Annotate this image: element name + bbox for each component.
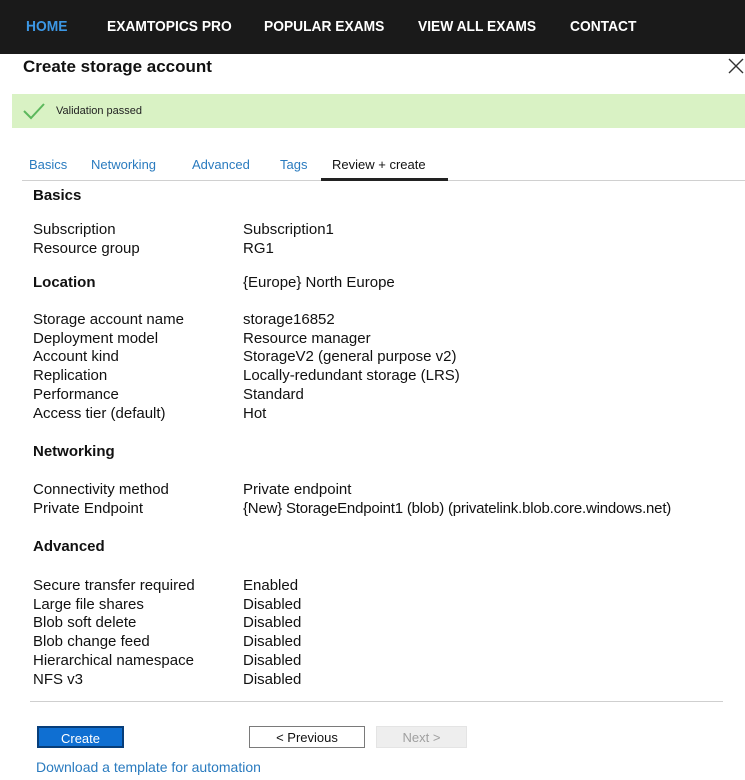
value-blob-soft-delete: Disabled	[243, 614, 302, 631]
top-nav-bar: HOME EXAMTOPICS PRO POPULAR EXAMS VIEW A…	[0, 0, 745, 54]
footer-divider	[30, 701, 723, 702]
section-heading-basics: Basics	[33, 187, 82, 204]
label-resource-group: Resource group	[33, 240, 140, 257]
value-storage-account-name: storage16852	[243, 311, 335, 328]
nav-popular-exams[interactable]: POPULAR EXAMS	[264, 0, 384, 54]
tab-strip: Basics Networking Advanced Tags Review +…	[0, 152, 745, 181]
label-blob-change-feed: Blob change feed	[33, 633, 150, 650]
tab-review-create[interactable]: Review + create	[332, 157, 426, 172]
create-button[interactable]: Create	[37, 726, 124, 748]
nav-view-all-exams[interactable]: VIEW ALL EXAMS	[418, 0, 536, 54]
value-resource-group: RG1	[243, 240, 274, 257]
section-heading-advanced: Advanced	[33, 538, 105, 555]
value-blob-change-feed: Disabled	[243, 633, 302, 650]
previous-button[interactable]: < Previous	[249, 726, 365, 748]
value-deployment-model: Resource manager	[243, 330, 371, 347]
value-nfs-v3: Disabled	[243, 671, 302, 688]
section-heading-networking: Networking	[33, 443, 115, 460]
validation-banner: Validation passed	[12, 94, 745, 128]
value-subscription: Subscription1	[243, 221, 334, 238]
label-connectivity-method: Connectivity method	[33, 481, 169, 498]
value-connectivity-method: Private endpoint	[243, 481, 352, 498]
label-hierarchical-namespace: Hierarchical namespace	[33, 652, 194, 669]
label-deployment-model: Deployment model	[33, 330, 159, 347]
tab-networking[interactable]: Networking	[91, 157, 156, 172]
value-secure-transfer: Enabled	[243, 577, 299, 594]
nav-contact[interactable]: CONTACT	[570, 0, 636, 54]
check-icon	[23, 103, 45, 120]
close-icon[interactable]	[727, 57, 745, 75]
label-private-endpoint: Private Endpoint	[33, 500, 144, 517]
label-performance: Performance	[33, 386, 119, 403]
validation-text: Validation passed	[56, 105, 143, 117]
label-large-file-shares: Large file shares	[33, 596, 144, 613]
label-subscription: Subscription	[33, 221, 116, 238]
label-account-kind: Account kind	[33, 348, 119, 365]
label-storage-account-name: Storage account name	[33, 311, 184, 328]
tab-advanced[interactable]: Advanced	[192, 157, 250, 172]
value-performance: Standard	[243, 386, 304, 403]
label-secure-transfer: Secure transfer required	[33, 577, 195, 594]
nav-home[interactable]: HOME	[26, 0, 67, 54]
value-access-tier: Hot	[243, 405, 267, 422]
value-private-endpoint: {New} StorageEndpoint1 (blob) (privateli…	[243, 500, 672, 517]
value-location: {Europe} North Europe	[243, 274, 395, 291]
value-large-file-shares: Disabled	[243, 596, 302, 613]
tab-tags[interactable]: Tags	[280, 157, 307, 172]
value-hierarchical-namespace: Disabled	[243, 652, 302, 669]
nav-examtopics-pro[interactable]: EXAMTOPICS PRO	[107, 0, 232, 54]
next-button[interactable]: Next >	[376, 726, 467, 748]
label-replication: Replication	[33, 367, 108, 384]
label-blob-soft-delete: Blob soft delete	[33, 614, 137, 631]
section-heading-location: Location	[33, 274, 96, 291]
download-template-link[interactable]: Download a template for automation	[36, 759, 261, 775]
tab-active-indicator	[321, 178, 448, 181]
value-account-kind: StorageV2 (general purpose v2)	[243, 348, 457, 365]
label-nfs-v3: NFS v3	[33, 671, 84, 688]
label-access-tier: Access tier (default)	[33, 405, 166, 422]
tab-basics[interactable]: Basics	[29, 157, 67, 172]
value-replication: Locally-redundant storage (LRS)	[243, 367, 460, 384]
blade-title: Create storage account	[23, 57, 212, 76]
